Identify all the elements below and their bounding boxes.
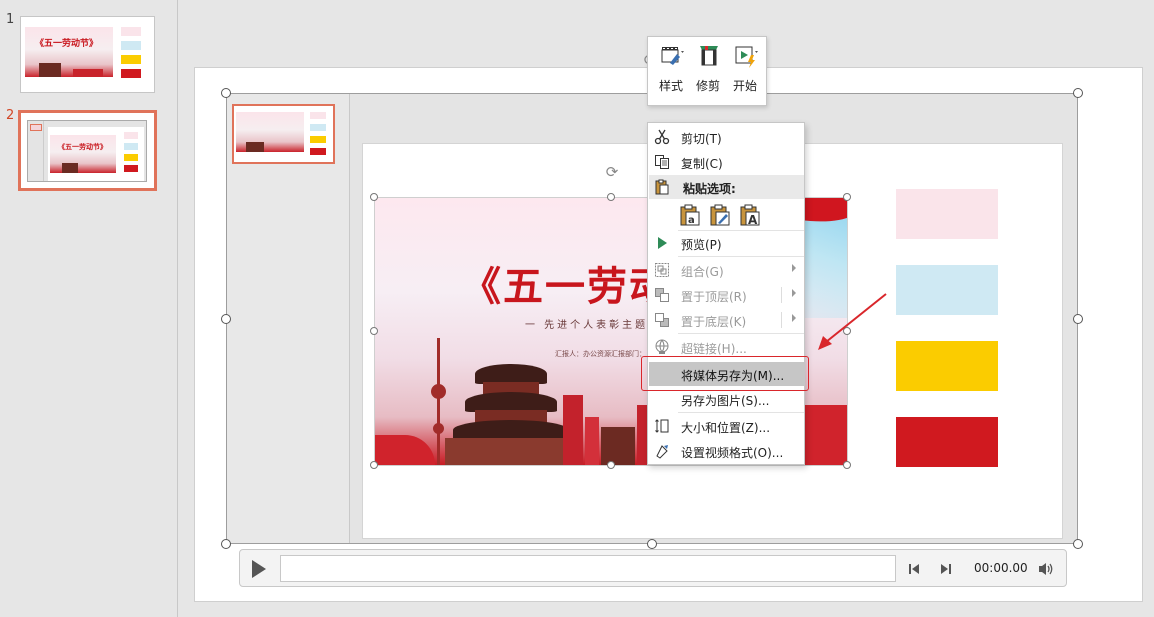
bring-to-front-icon (655, 288, 669, 302)
poster-resize-handle-ne[interactable] (843, 193, 851, 201)
paste-keep-source-format-button[interactable]: a (678, 203, 702, 227)
copy-icon (655, 155, 669, 169)
play-button[interactable] (250, 559, 268, 579)
poster-resize-handle-se[interactable] (843, 461, 851, 469)
menu-item-size-and-position-label: 大小和位置(Z)... (681, 421, 771, 435)
video-thumbnail-column (227, 94, 350, 543)
poster-resize-handle-w[interactable] (370, 327, 378, 335)
annotation-arrow-icon (818, 293, 887, 350)
menu-item-format-video[interactable]: 设置视频格式(O)... (649, 439, 804, 463)
media-control-bar: 00:00.00 (239, 549, 1067, 587)
menu-item-group-label: 组合(G) (681, 265, 724, 279)
send-to-back-icon (655, 313, 669, 327)
paste-options-label: 粘贴选项: (683, 182, 736, 196)
trim-video-icon (700, 46, 718, 66)
menu-item-size-and-position[interactable]: 大小和位置(Z)... (649, 414, 804, 438)
format-video-icon (656, 445, 668, 459)
video-resize-handle-sw[interactable] (221, 539, 231, 549)
scissors-icon (654, 129, 670, 145)
menu-item-copy[interactable]: 复制(C) (649, 150, 804, 174)
video-resize-handle-w[interactable] (221, 314, 231, 324)
swatch-light-blue (896, 265, 998, 315)
menu-item-cut-label: 剪切(T) (681, 132, 722, 146)
paste-picture-button[interactable] (708, 203, 732, 227)
mini-toolbar: 样式 修剪 开始 (647, 36, 767, 106)
media-time: 00:00.00 (974, 561, 1028, 575)
svg-text:a: a (688, 215, 695, 226)
trim-video-label: 修剪 (695, 79, 720, 93)
menu-item-send-to-back-label: 置于底层(K) (681, 315, 747, 329)
video-resize-handle-ne[interactable] (1073, 88, 1083, 98)
slide-thumbnail-1[interactable]: 《五一劳动节》 (20, 16, 155, 93)
start-playback-label: 开始 (732, 79, 757, 93)
step-back-icon (909, 564, 919, 574)
poster-resize-handle-nw[interactable] (370, 193, 378, 201)
menu-item-hyperlink-label: 超链接(H)... (681, 342, 747, 356)
volume-icon (1039, 563, 1053, 575)
annotation-highlight-box (641, 356, 809, 391)
paste-options-header: 粘贴选项: (649, 175, 804, 199)
menu-item-send-to-back[interactable]: 置于底层(K) (649, 308, 804, 332)
menu-item-preview[interactable]: 预览(P) (649, 231, 804, 255)
context-menu: 剪切(T) 复制(C) 粘贴选项: a A 预览(P) 组合(G) 置于顶层(R… (647, 122, 805, 465)
slide-number-1: 1 (6, 12, 15, 27)
thumbnail-1-picture: 《五一劳动节》 (25, 27, 113, 77)
hyperlink-icon (655, 339, 669, 354)
poster-reporter: 汇报人：办公资源 (555, 350, 611, 358)
paste-text-only-icon: A (740, 204, 760, 227)
poster-rotate-handle[interactable]: ⟳ (604, 164, 620, 180)
video-style-button[interactable]: 样式 (653, 43, 689, 101)
media-progress-bar[interactable] (280, 555, 896, 582)
video-style-icon (661, 47, 684, 65)
paste-text-only-button[interactable]: A (738, 203, 762, 227)
paste-icon (655, 179, 669, 195)
menu-item-bring-to-front-label: 置于顶层(R) (681, 290, 747, 304)
thumbnail-2-picture: 《五一劳动节》 (50, 135, 116, 173)
play-icon (252, 560, 266, 578)
paste-keep-source-icon: a (680, 204, 700, 226)
svg-text:A: A (748, 213, 758, 227)
video-resize-handle-se[interactable] (1073, 539, 1083, 549)
menu-item-format-video-label: 设置视频格式(O)... (681, 446, 784, 460)
slide-thumbnail-2-selected[interactable]: 《五一劳动节》 (18, 110, 157, 191)
video-inner-thumbnail (232, 104, 335, 164)
size-position-icon (655, 419, 669, 433)
poster-resize-handle-n[interactable] (607, 193, 615, 201)
menu-item-cut[interactable]: 剪切(T) (649, 125, 804, 149)
chevron-right-icon (792, 314, 796, 322)
menu-item-preview-label: 预览(P) (681, 238, 722, 252)
start-playback-icon (735, 46, 758, 68)
swatch-red (896, 417, 998, 467)
chevron-right-icon (792, 289, 796, 297)
preview-play-icon (658, 237, 667, 249)
group-icon (655, 263, 669, 277)
swatch-pink (896, 189, 998, 239)
video-resize-handle-nw[interactable] (221, 88, 231, 98)
step-back-button[interactable] (906, 560, 922, 578)
video-resize-handle-e[interactable] (1073, 314, 1083, 324)
slide-thumbnail-pane[interactable]: 1 《五一劳动节》 2 《五一劳动节》 (0, 0, 178, 617)
slide-number-2: 2 (6, 108, 15, 123)
trim-video-button[interactable]: 修剪 (690, 43, 726, 101)
video-style-label: 样式 (658, 79, 683, 93)
menu-item-copy-label: 复制(C) (681, 157, 723, 171)
menu-item-save-as-picture-label: 另存为图片(S)... (681, 394, 770, 408)
volume-button[interactable] (1037, 560, 1055, 578)
swatch-yellow (896, 341, 998, 391)
start-playback-button[interactable]: 开始 (727, 43, 763, 101)
video-resize-handle-s[interactable] (647, 539, 657, 549)
paste-picture-icon (710, 204, 730, 226)
step-forward-icon (941, 564, 951, 574)
thumbnail-2-title: 《五一劳动节》 (58, 142, 107, 151)
menu-item-bring-to-front[interactable]: 置于顶层(R) (649, 283, 804, 307)
poster-subtitle: 一 先进个人表彰主题 (525, 320, 649, 331)
thumbnail-1-title: 《五一劳动节》 (35, 39, 99, 49)
poster-resize-handle-s[interactable] (607, 461, 615, 469)
step-forward-button[interactable] (938, 560, 954, 578)
poster-resize-handle-sw[interactable] (370, 461, 378, 469)
chevron-right-icon (792, 264, 796, 272)
menu-item-group[interactable]: 组合(G) (649, 258, 804, 282)
